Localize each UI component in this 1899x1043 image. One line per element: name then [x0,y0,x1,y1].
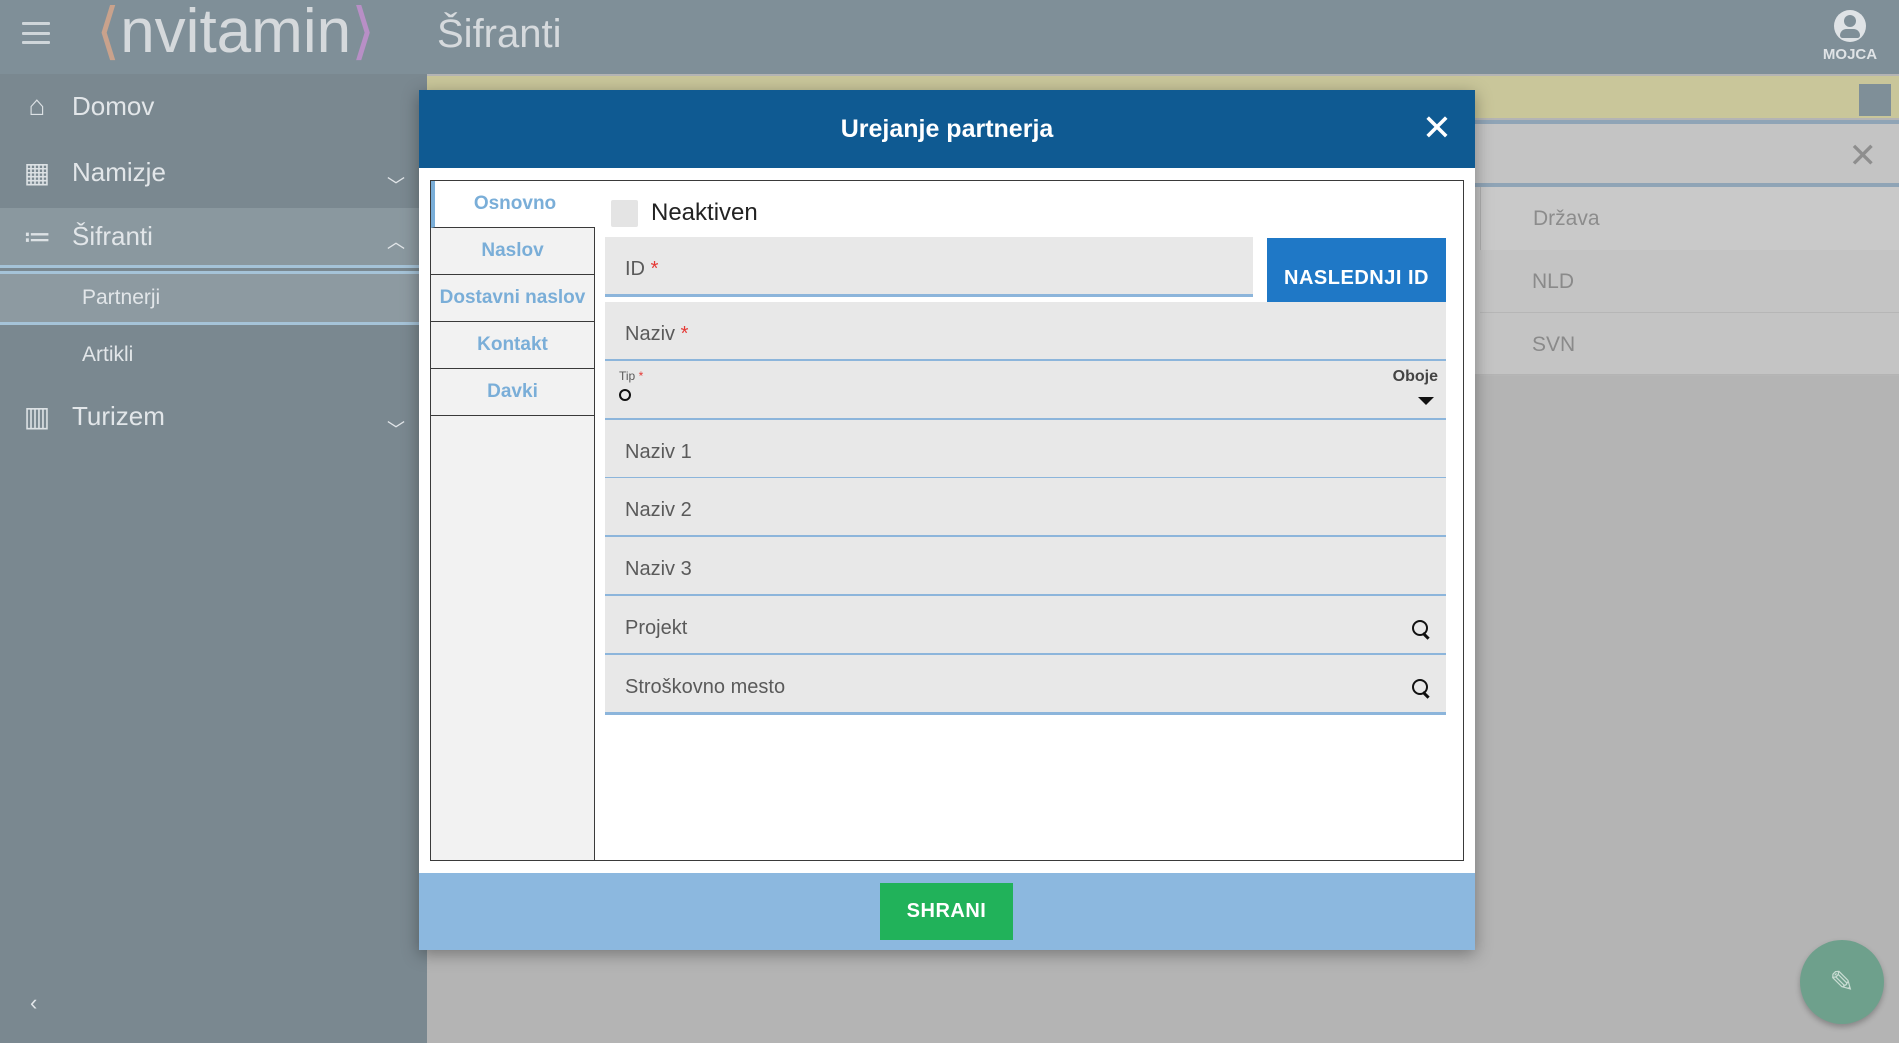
naziv3-field[interactable]: Naziv 3 [605,537,1446,597]
notification-bar-button[interactable] [1859,84,1891,116]
naziv2-field[interactable]: Naziv 2 [605,478,1446,538]
inactive-row: Neaktiven [611,199,758,227]
sidebar-item-label: Namizje [72,156,166,187]
tip-select[interactable]: Tip * Oboje [605,361,1446,421]
dialog-footer: SHRANI [419,873,1475,950]
home-icon: ⌂ [28,90,46,121]
close-icon[interactable]: ✕ [1849,136,1878,176]
dashboard-icon: ▦ [23,156,51,188]
tab-kontakt[interactable]: Kontakt [431,322,594,369]
sidebar-subitem-label: Artikli [82,343,134,366]
sidebar-subitem-label: Partnerji [82,286,161,309]
luggage-icon: ▥ [23,400,51,432]
chevron-down-icon: ﹀ [387,420,405,440]
search-icon[interactable] [1412,620,1432,640]
page-title: Šifranti [437,12,562,56]
dialog-header: Urejanje partnerja [419,90,1475,168]
dialog-title: Urejanje partnerja [840,115,1054,143]
sidebar-item-turizem[interactable]: ▥ Turizem ﹀ [0,386,427,446]
strosek-field[interactable]: Stroškovno mesto [605,655,1446,715]
sidebar: ⌂ Domov ▦ Namizje ﹀ ≔ Šifranti ︿ Partner… [0,74,427,1043]
sidebar-subitem-partnerji[interactable]: Partnerji [0,271,427,325]
sidebar-item-namizje[interactable]: ▦ Namizje ﹀ [0,142,427,202]
inactive-checkbox[interactable] [611,199,638,227]
tab-osnovno[interactable]: Osnovno [431,181,595,228]
dropdown-arrow-icon[interactable] [1418,397,1434,405]
dialog-close-icon[interactable]: ✕ [1419,110,1455,147]
sidebar-item-label: Domov [72,90,155,121]
table-cell: SVN [1480,313,1899,376]
tab-dostavni-naslov[interactable]: Dostavni naslov [431,275,594,322]
user-menu[interactable]: MOJCA [1815,10,1885,63]
top-app-bar: ⟨nvitamin⟩ Šifranti MOJCA [0,0,1899,74]
edit-partner-dialog: Urejanje partnerja ✕ Osnovno Naslov Dost… [419,90,1475,950]
collapse-sidebar-icon[interactable]: ‹ [30,990,37,1016]
table-cell: NLD [1480,250,1899,313]
search-icon[interactable] [1412,679,1432,699]
sidebar-item-label: Šifranti [72,221,153,251]
chevron-up-icon: ︿ [387,232,405,252]
sidebar-item-label: Turizem [72,400,165,431]
inactive-label: Neaktiven [651,199,758,226]
tip-label: Tip * [619,369,644,383]
chevron-down-icon: ﹀ [387,176,405,196]
tab-davki[interactable]: Davki [431,369,594,416]
naziv1-field[interactable]: Naziv 1 [605,420,1446,480]
dialog-body: Osnovno Naslov Dostavni naslov Kontakt D… [430,180,1464,861]
dialog-tabs: Osnovno Naslov Dostavni naslov Kontakt D… [431,181,595,860]
sidebar-item-sifranti[interactable]: ≔ Šifranti ︿ [0,208,427,268]
radio-indicator-icon [619,389,631,401]
app-logo[interactable]: ⟨nvitamin⟩ [96,0,375,64]
sidebar-subitem-artikli[interactable]: Artikli [0,328,427,382]
column-header-drzava[interactable]: Država [1480,187,1899,250]
partner-form: Neaktiven ID * NASLEDNJI ID Naziv * Tip … [605,181,1453,860]
projekt-field[interactable]: Projekt [605,596,1446,656]
menu-icon[interactable] [22,22,50,44]
save-button[interactable]: SHRANI [880,883,1013,940]
tip-selected-value: Oboje [1392,368,1438,385]
naziv-field[interactable]: Naziv * [605,302,1446,362]
id-field[interactable]: ID * [605,237,1253,297]
user-name: MOJCA [1822,46,1878,63]
list-icon: ≔ [23,221,51,252]
sidebar-item-domov[interactable]: ⌂ Domov [0,76,427,136]
account-icon [1834,10,1866,42]
pencil-icon: ✎ [1829,965,1855,999]
edit-fab-button[interactable]: ✎ [1800,940,1884,1024]
tab-naslov[interactable]: Naslov [431,228,594,275]
